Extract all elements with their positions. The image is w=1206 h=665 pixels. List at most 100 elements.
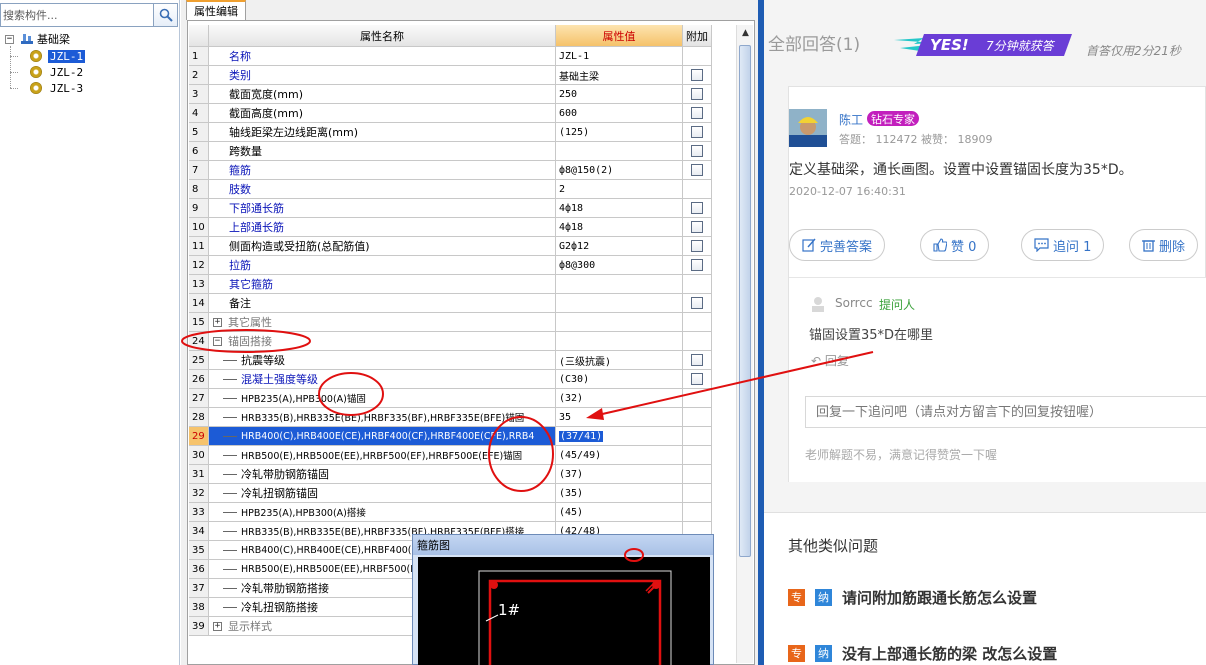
property-value[interactable]: 4ф18 bbox=[556, 199, 683, 218]
property-value[interactable] bbox=[556, 332, 683, 351]
property-value[interactable]: 35 bbox=[556, 408, 683, 427]
tab-property-edit[interactable]: 属性编辑 bbox=[186, 0, 246, 20]
property-row[interactable]: 31 冷轧带肋钢筋锚固 (37) bbox=[189, 465, 712, 484]
property-row[interactable]: 32 冷轧扭钢筋锚固 (35) bbox=[189, 484, 712, 503]
property-value[interactable]: (45) bbox=[556, 503, 683, 522]
extra-checkbox[interactable] bbox=[691, 373, 703, 385]
vertical-scrollbar[interactable]: ▲ bbox=[736, 25, 753, 663]
tree-item-jzl-2[interactable]: JZL-2 bbox=[10, 64, 85, 80]
collapse-minus-icon[interactable]: − bbox=[213, 336, 222, 346]
extra-checkbox[interactable] bbox=[691, 202, 703, 214]
property-value[interactable] bbox=[556, 313, 683, 332]
like-button[interactable]: 赞 0 bbox=[920, 229, 990, 261]
improve-answer-button[interactable]: 完善答案 bbox=[789, 229, 886, 261]
extra-checkbox[interactable] bbox=[691, 259, 703, 271]
follow-up-button[interactable]: 追问 1 bbox=[1021, 229, 1105, 261]
header-extra[interactable]: 附加 bbox=[683, 25, 712, 47]
tree-root-node[interactable]: − 基础梁 bbox=[5, 31, 70, 47]
property-row[interactable]: 7 箍筋 ф8@150(2) bbox=[189, 161, 712, 180]
property-row[interactable]: 24− 锚固搭接 bbox=[189, 332, 712, 351]
extra-checkbox[interactable] bbox=[691, 69, 703, 81]
property-value[interactable]: (35) bbox=[556, 484, 683, 503]
similar-question-link[interactable]: 专 纳 没有上部通长筋的梁 改怎么设置 bbox=[788, 643, 1057, 663]
tree-item-jzl-3[interactable]: JZL-3 bbox=[10, 80, 85, 96]
property-row[interactable]: 5 轴线距梁左边线距离(mm) (125) bbox=[189, 123, 712, 142]
extra-checkbox[interactable] bbox=[691, 297, 703, 309]
property-row[interactable]: 15 + 其它属性 bbox=[189, 313, 712, 332]
header-attr-value[interactable]: 属性值 bbox=[556, 25, 683, 47]
property-row[interactable]: 14 备注 bbox=[189, 294, 712, 313]
property-value[interactable]: 基础主梁 bbox=[556, 66, 683, 85]
stirrup-diagram-window[interactable]: 箍筋图 1# bbox=[412, 534, 714, 665]
property-value[interactable] bbox=[556, 275, 683, 294]
scroll-up-arrow-icon[interactable]: ▲ bbox=[737, 25, 754, 41]
property-value[interactable]: 2 bbox=[556, 180, 683, 199]
extra-checkbox[interactable] bbox=[691, 354, 703, 366]
property-value[interactable]: (45/49) bbox=[556, 446, 683, 465]
asker-role: 提问人 bbox=[879, 298, 916, 312]
property-row[interactable]: 25 抗震等级 (三级抗震) bbox=[189, 351, 712, 370]
reply-input[interactable] bbox=[806, 397, 1206, 427]
extra-checkbox[interactable] bbox=[691, 164, 703, 176]
reply-link[interactable]: ↶ 回复 bbox=[811, 352, 849, 369]
property-row[interactable]: 9 下部通长筋 4ф18 bbox=[189, 199, 712, 218]
extra-checkbox[interactable] bbox=[691, 145, 703, 157]
answerer-name[interactable]: 陈工 bbox=[839, 111, 863, 128]
property-row[interactable]: 4 截面高度(mm) 600 bbox=[189, 104, 712, 123]
property-row[interactable]: 28 HRB335(B),HRB335E(BE),HRBF335(BF),HRBF… bbox=[189, 408, 712, 427]
property-row[interactable]: 30 HRB500(E),HRB500E(EE),HRBF500(EF),HRBF… bbox=[189, 446, 712, 465]
collapse-toggle[interactable]: − bbox=[5, 34, 14, 44]
property-value[interactable] bbox=[556, 294, 683, 313]
property-value[interactable]: 4ф18 bbox=[556, 218, 683, 237]
trash-icon bbox=[1142, 240, 1155, 252]
scrollbar-thumb[interactable] bbox=[739, 45, 751, 557]
component-search-box[interactable] bbox=[0, 3, 154, 27]
delete-button[interactable]: 删除 bbox=[1129, 229, 1199, 261]
header-attr-name[interactable]: 属性名称 bbox=[209, 25, 556, 47]
extra-checkbox[interactable] bbox=[691, 107, 703, 119]
property-row[interactable]: 2 类别 基础主梁 bbox=[189, 66, 712, 85]
property-value[interactable]: (37/41) bbox=[556, 427, 683, 446]
extra-checkbox[interactable] bbox=[691, 221, 703, 233]
stirrup-diagram-title[interactable]: 箍筋图 bbox=[413, 535, 713, 555]
property-name-text: 类别 bbox=[229, 69, 251, 82]
component-search-input[interactable] bbox=[1, 4, 153, 26]
expand-plus-icon[interactable]: + bbox=[213, 317, 222, 327]
reply-input-box[interactable] bbox=[805, 396, 1206, 428]
property-value[interactable]: (125) bbox=[556, 123, 683, 142]
expand-plus-icon[interactable]: + bbox=[213, 621, 222, 631]
asker-name[interactable]: Sorrcc bbox=[835, 296, 873, 310]
property-value[interactable]: 600 bbox=[556, 104, 683, 123]
property-value[interactable]: (32) bbox=[556, 389, 683, 408]
property-value[interactable]: (37) bbox=[556, 465, 683, 484]
search-button[interactable] bbox=[154, 3, 178, 27]
property-value[interactable]: ф8@300 bbox=[556, 256, 683, 275]
property-row[interactable]: 33 HPB235(A),HPB300(A)搭接 (45) bbox=[189, 503, 712, 522]
similar-question-link[interactable]: 专 纳 请问附加筋跟通长筋怎么设置 bbox=[788, 587, 1037, 607]
property-row[interactable]: 1 名称 JZL-1 bbox=[189, 47, 712, 66]
property-row[interactable]: 26 混凝土强度等级 (C30) bbox=[189, 370, 712, 389]
property-value[interactable]: (C30) bbox=[556, 370, 683, 389]
property-row[interactable]: 27 HPB235(A),HPB300(A)锚固 (32) bbox=[189, 389, 712, 408]
property-row[interactable]: 8 肢数 2 bbox=[189, 180, 712, 199]
property-row[interactable]: 29 HRB400(C),HRB400E(CE),HRBF400(CF),HRBF… bbox=[189, 427, 712, 446]
property-value[interactable] bbox=[556, 142, 683, 161]
extra-checkbox[interactable] bbox=[691, 126, 703, 138]
property-value[interactable]: ф8@150(2) bbox=[556, 161, 683, 180]
property-value[interactable]: G2ф12 bbox=[556, 237, 683, 256]
property-value[interactable]: JZL-1 bbox=[556, 47, 683, 66]
property-row[interactable]: 12 拉筋 ф8@300 bbox=[189, 256, 712, 275]
extra-cell bbox=[683, 389, 712, 408]
property-row[interactable]: 6 跨数量 bbox=[189, 142, 712, 161]
property-row[interactable]: 11 侧面构造或受扭筋(总配筋值) G2ф12 bbox=[189, 237, 712, 256]
extra-checkbox[interactable] bbox=[691, 88, 703, 100]
row-number: 1 bbox=[189, 47, 209, 66]
property-value[interactable]: (三级抗震) bbox=[556, 351, 683, 370]
property-value[interactable]: 250 bbox=[556, 85, 683, 104]
tree-item-jzl-1[interactable]: JZL-1 bbox=[10, 48, 86, 64]
property-row[interactable]: 3 截面宽度(mm) 250 bbox=[189, 85, 712, 104]
property-row[interactable]: 10 上部通长筋 4ф18 bbox=[189, 218, 712, 237]
extra-checkbox[interactable] bbox=[691, 240, 703, 252]
row-number: 15 bbox=[189, 313, 209, 332]
property-row[interactable]: 13 其它箍筋 bbox=[189, 275, 712, 294]
